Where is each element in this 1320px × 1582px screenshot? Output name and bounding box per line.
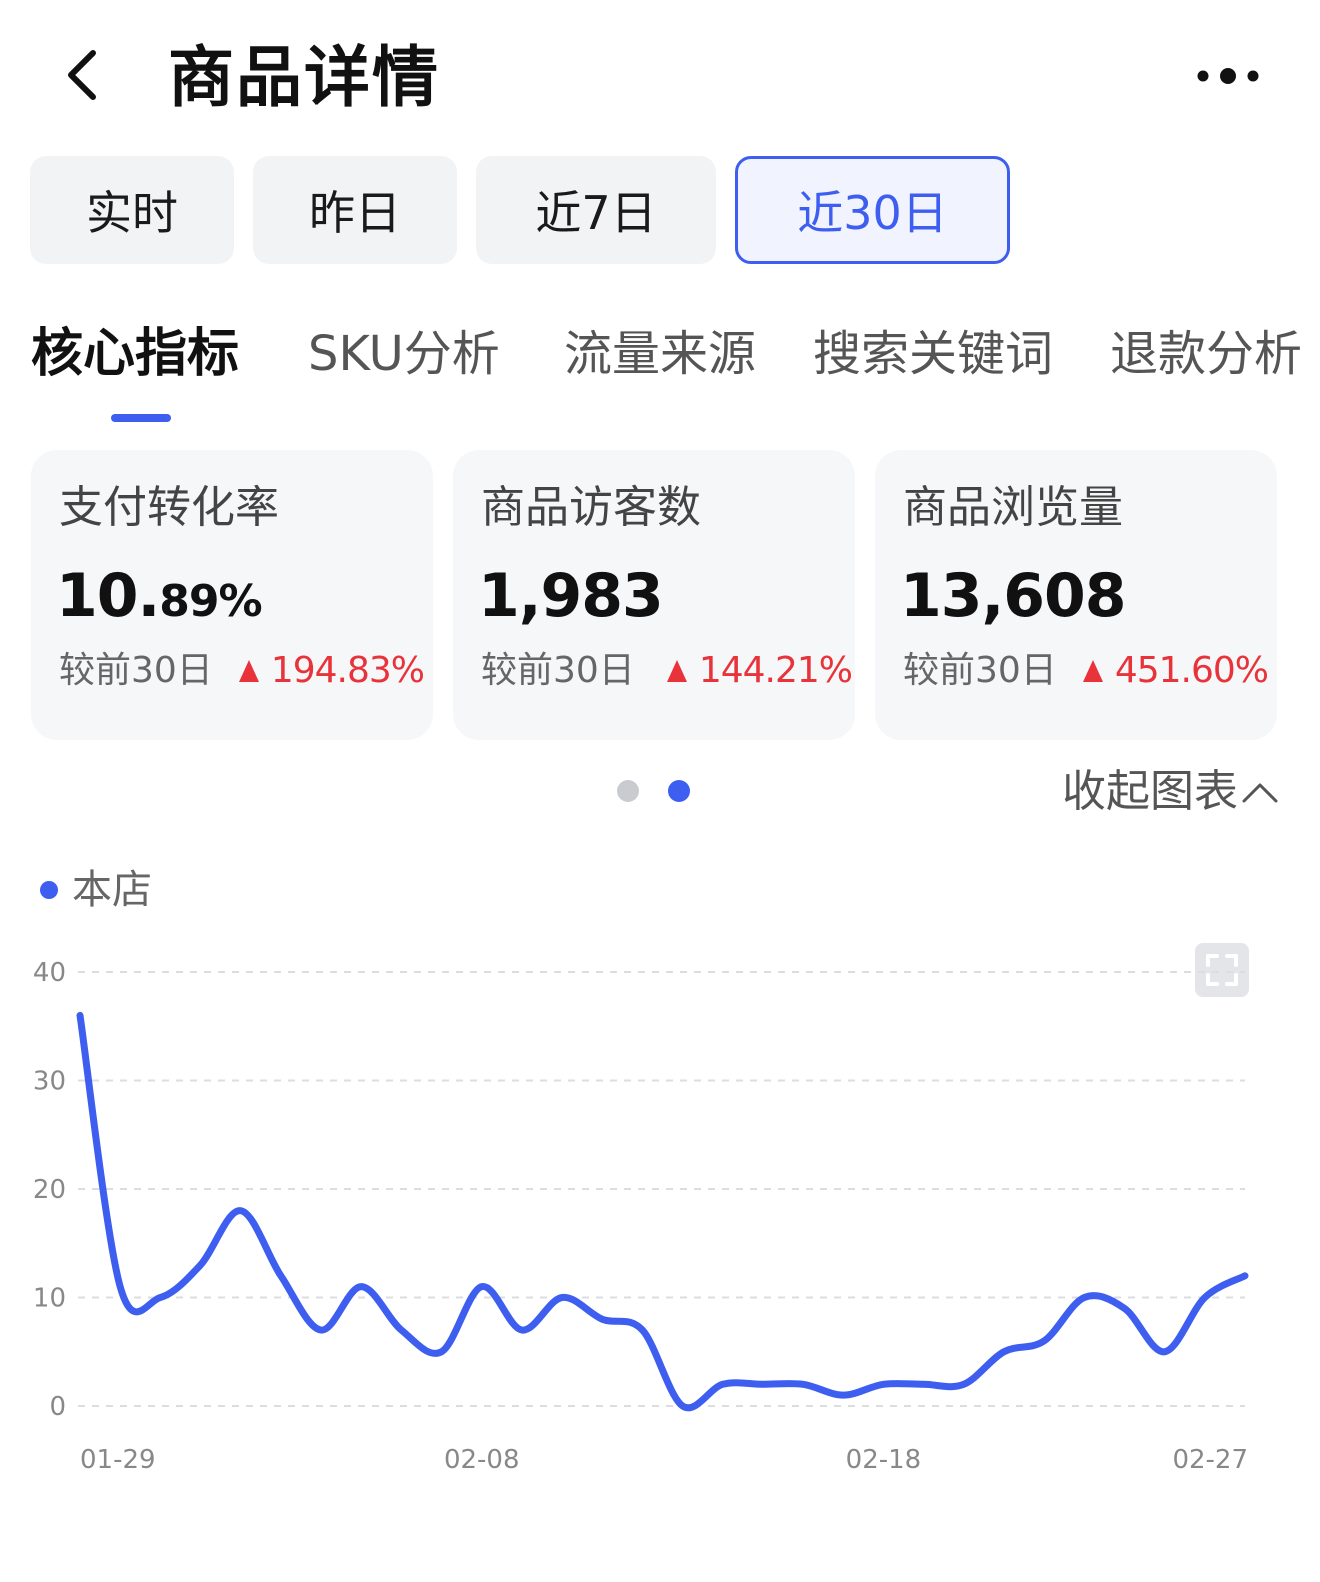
data-point-02-18 (880, 1381, 886, 1387)
data-point-02-05 (358, 1284, 364, 1290)
metric-card-page-views[interactable]: 商品浏览量 13,608 较前30日 451.60% (875, 450, 1277, 740)
compare-label: 较前30日 (903, 650, 1057, 691)
x-tick-label: 02-18 (846, 1445, 922, 1475)
y-tick-label: 30 (33, 1067, 66, 1097)
metric-value-decimal: 89% (159, 576, 262, 627)
data-point-02-01 (198, 1262, 204, 1268)
period-tab-7days[interactable]: 近7日 (476, 156, 716, 264)
page-title: 商品详情 (168, 39, 440, 116)
data-point-02-04 (318, 1327, 324, 1333)
metric-card-conversion-rate[interactable]: 支付转化率 10.89% 较前30日 194.83% (31, 450, 433, 740)
series-line-本店 (76, 1011, 1249, 1412)
section-tab-sku-analysis[interactable]: SKU分析 (308, 320, 500, 388)
compare-label: 较前30日 (481, 650, 635, 691)
metric-label: 商品浏览量 (903, 482, 1123, 533)
section-tab-core-metrics[interactable]: 核心指标 (31, 320, 239, 388)
data-point-02-24 (1121, 1305, 1127, 1311)
section-tabs: 核心指标 SKU分析 流量来源 搜索关键词 退款分析 (0, 300, 1320, 430)
data-point-02-11 (599, 1316, 605, 1322)
more-button[interactable] (1188, 56, 1272, 96)
data-point-02-12 (639, 1327, 645, 1333)
pager-dot-1[interactable] (617, 780, 639, 802)
data-point-01-31 (157, 1295, 163, 1301)
metric-value-main: 1,983 (478, 561, 664, 631)
data-point-02-10 (559, 1295, 565, 1301)
legend-series-name: 本店 (72, 867, 152, 913)
metric-compare: 较前30日 451.60% (903, 646, 1269, 696)
data-point-02-21 (1001, 1349, 1007, 1355)
metric-card-visitors[interactable]: 商品访客数 1,983 较前30日 144.21% (453, 450, 855, 740)
data-point-02-13 (680, 1403, 686, 1409)
period-tab-yesterday[interactable]: 昨日 (253, 156, 457, 264)
data-point-02-14 (720, 1381, 726, 1387)
data-point-02-03 (278, 1273, 284, 1279)
up-arrow-icon (1082, 660, 1103, 682)
chevron-left-icon (68, 50, 96, 100)
metric-compare: 较前30日 144.21% (481, 646, 853, 696)
metric-value-main: 13,608 (900, 561, 1127, 631)
more-dots-icon (1197, 68, 1259, 84)
compare-change: 194.83% (270, 650, 425, 691)
period-tabs: 实时 昨日 近7日 近30日 (30, 156, 1030, 264)
y-tick-label: 10 (33, 1284, 66, 1314)
data-point-02-17 (840, 1392, 846, 1398)
compare-label: 较前30日 (59, 650, 213, 691)
active-tab-indicator (111, 414, 171, 422)
collapse-chart-button[interactable]: 收起图表 (1062, 764, 1280, 820)
data-point-01-30 (117, 1284, 123, 1290)
chevron-up-icon (1242, 783, 1278, 803)
section-tab-refund-analysis[interactable]: 退款分析 (1110, 320, 1302, 388)
x-tick-label: 02-27 (1172, 1445, 1248, 1475)
data-point-02-20 (961, 1381, 967, 1387)
up-arrow-icon (238, 660, 259, 682)
data-point-02-27 (1242, 1273, 1248, 1279)
data-point-02-02 (238, 1208, 244, 1214)
x-tick-label: 02-08 (444, 1445, 520, 1475)
compare-change: 144.21% (698, 650, 853, 691)
metric-value: 13,608 (900, 558, 1127, 640)
chart-legend[interactable]: 本店 (40, 862, 152, 918)
pager-dot-2[interactable] (668, 780, 690, 802)
data-point-02-19 (921, 1381, 927, 1387)
metric-label: 商品访客数 (481, 482, 701, 533)
data-point-02-25 (1162, 1349, 1168, 1355)
back-button[interactable] (55, 45, 111, 105)
metric-value: 10.89% (56, 558, 263, 640)
period-tab-realtime[interactable]: 实时 (30, 156, 234, 264)
metric-compare: 较前30日 194.83% (59, 646, 425, 696)
period-tab-30days[interactable]: 近30日 (735, 156, 1010, 264)
header-bar: 商品详情 (0, 0, 1320, 150)
y-tick-label: 0 (49, 1392, 66, 1422)
collapse-chart-label: 收起图表 (1062, 766, 1238, 817)
data-point-02-22 (1041, 1338, 1047, 1344)
data-point-02-15 (760, 1381, 766, 1387)
compare-change: 451.60% (1114, 650, 1269, 691)
metric-value-main: 10. (56, 561, 160, 631)
data-point-01-29 (77, 1012, 83, 1018)
data-point-02-06 (398, 1327, 404, 1333)
section-tab-traffic-source[interactable]: 流量来源 (564, 320, 756, 388)
data-point-02-08 (479, 1284, 485, 1290)
y-tick-label: 20 (33, 1175, 66, 1205)
x-tick-label: 01-29 (80, 1445, 156, 1475)
up-arrow-icon (666, 660, 687, 682)
section-tab-search-keywords[interactable]: 搜索关键词 (813, 320, 1053, 388)
line-chart[interactable]: 0 10 20 30 40 01-29 02-08 02-18 02-27 (0, 940, 1320, 1500)
data-point-02-09 (519, 1327, 525, 1333)
metric-value: 1,983 (478, 558, 664, 640)
data-point-02-16 (800, 1381, 806, 1387)
y-tick-label: 40 (33, 958, 66, 988)
data-point-02-26 (1202, 1295, 1208, 1301)
metric-label: 支付转化率 (59, 482, 279, 533)
data-point-02-07 (439, 1349, 445, 1355)
data-point-02-23 (1081, 1295, 1087, 1301)
legend-dot (40, 881, 58, 899)
